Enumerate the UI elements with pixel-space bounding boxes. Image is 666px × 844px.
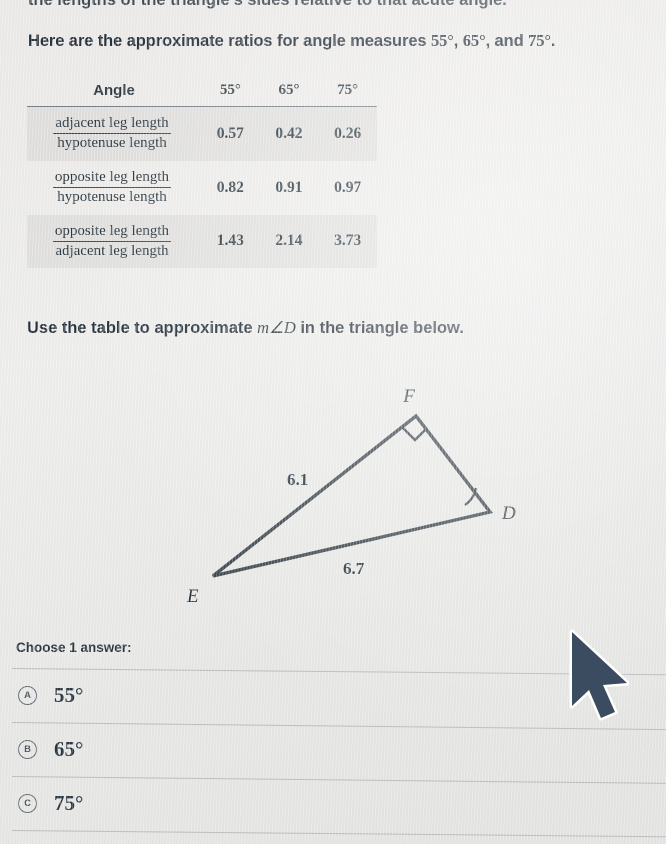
cell-value-65: 0.42 — [275, 124, 303, 142]
divider — [11, 776, 666, 784]
fraction-denominator: adjacent leg length — [52, 240, 172, 260]
column-header-55: 55° — [219, 82, 241, 98]
cell-value-65: 0.91 — [275, 178, 303, 196]
radio-bubble-b[interactable]: B — [18, 739, 37, 759]
divider — [11, 830, 666, 838]
table-head: Angle 55° 65° 75° — [27, 80, 377, 107]
choices-bottom-divider-wrap — [0, 830, 666, 838]
fraction: adjacent leg length hypotenuse length — [53, 115, 171, 153]
right-angle-mark-f — [402, 427, 428, 442]
side-length-ef: 6.1 — [287, 470, 308, 489]
cell-value-55: 0.57 — [216, 124, 244, 142]
answer-label-a: 55° — [54, 682, 84, 707]
fraction-numerator: opposite leg length — [54, 168, 170, 185]
intro-suffix: . — [550, 32, 556, 50]
divider — [11, 668, 666, 676]
row-ratio-label: opposite leg length hypotenuse length — [27, 161, 201, 215]
answer-label-c: 75° — [54, 790, 84, 815]
question-math-expression: m∠D — [257, 318, 296, 337]
fraction: opposite leg length adjacent leg length — [52, 222, 172, 261]
cell-value-55: 0.82 — [216, 178, 244, 196]
trig-ratio-table: Angle 55° 65° 75° adjacent leg length hy… — [27, 80, 377, 269]
intro-sep-1: , — [453, 32, 463, 50]
column-header-angle: Angle — [93, 82, 135, 99]
worksheet-page: the lengths of the triangle's sides rela… — [0, 0, 666, 844]
divider — [11, 722, 666, 731]
row-ratio-label: adjacent leg length hypotenuse length — [27, 107, 201, 161]
row-ratio-label: opposite leg length adjacent leg length — [27, 215, 201, 269]
table-body: adjacent leg length hypotenuse length 0.… — [27, 106, 377, 269]
cell-value-75: 0.26 — [334, 124, 362, 142]
table-row: adjacent leg length hypotenuse length 0.… — [27, 106, 377, 161]
question-prefix: Use the table to approximate — [27, 319, 258, 337]
intro-prefix: Here are the approximate ratios for angl… — [28, 32, 431, 50]
cell-value-75: 3.73 — [334, 232, 362, 250]
answer-choice-c[interactable]: C 75° — [0, 776, 666, 830]
intro-sep-2: , and — [485, 32, 529, 50]
triangle-outline — [211, 413, 493, 578]
radio-bubble-c[interactable]: C — [18, 793, 37, 813]
cell-value-55: 1.43 — [216, 232, 244, 250]
fraction-denominator: hypotenuse length — [52, 187, 172, 206]
intro-angle-55: 55° — [430, 31, 454, 50]
radio-bubble-a[interactable]: A — [18, 685, 37, 705]
triangle-figure: F D E 6.1 6.7 — [0, 370, 666, 620]
choose-answer-label: Choose 1 answer: — [16, 640, 132, 655]
fraction: opposite leg length hypotenuse length — [52, 168, 172, 207]
intro-angle-65: 65° — [462, 31, 486, 50]
angle-arc-d — [464, 487, 478, 506]
fraction-numerator: adjacent leg length — [55, 115, 169, 131]
side-length-ed: 6.7 — [343, 559, 365, 578]
table-header-row: Angle 55° 65° 75° — [27, 80, 377, 107]
answer-choice-a[interactable]: A 55° — [0, 668, 666, 722]
vertex-label-e: E — [186, 586, 199, 607]
cell-value-65: 2.14 — [275, 232, 303, 250]
table-row: opposite leg length hypotenuse length 0.… — [27, 161, 377, 215]
answer-choice-b[interactable]: B 65° — [0, 722, 666, 776]
intro-sentence: Here are the approximate ratios for angl… — [28, 31, 648, 51]
question-prompt: Use the table to approximate m∠D in the … — [27, 318, 464, 338]
question-suffix: in the triangle below. — [295, 319, 464, 337]
answer-label-b: 65° — [54, 736, 84, 761]
column-header-75: 75° — [337, 82, 359, 98]
fraction-denominator: hypotenuse length — [53, 133, 171, 152]
fraction-numerator: opposite leg length — [54, 222, 170, 239]
triangle-svg: F D E 6.1 6.7 — [186, 386, 516, 607]
vertex-label-f: F — [402, 386, 415, 407]
column-header-65: 65° — [278, 82, 300, 98]
table-row: opposite leg length adjacent leg length … — [27, 214, 377, 269]
intro-angle-75: 75° — [528, 31, 551, 50]
answer-choices-list: A 55° B 65° C 75° — [0, 668, 666, 838]
cell-value-75: 0.97 — [334, 178, 362, 196]
vertex-label-d: D — [501, 503, 516, 524]
cut-off-top-text: the lengths of the triangle's sides rela… — [28, 0, 507, 9]
